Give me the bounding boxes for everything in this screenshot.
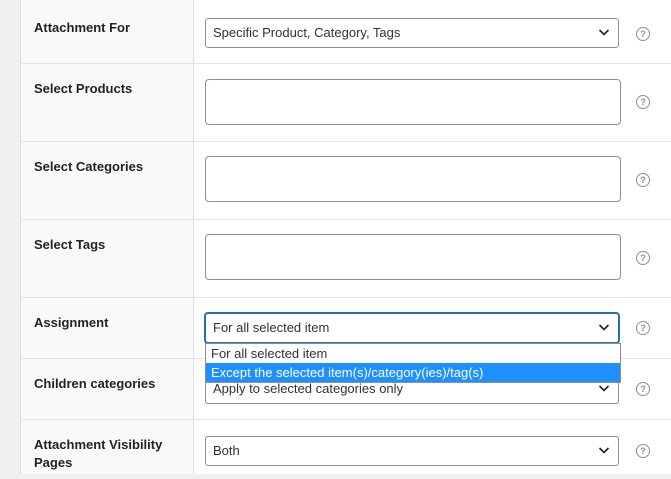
row-attachment-visibility-pages: Attachment Visibility Pages Both ?: [21, 419, 671, 479]
chevron-down-icon: [598, 447, 610, 454]
attachment-visibility-pages-value: Both: [213, 443, 240, 458]
row-select-tags: Select Tags ?: [21, 219, 671, 298]
children-categories-label: Children categories: [34, 376, 156, 391]
assignment-select[interactable]: For all selected item: [205, 313, 619, 343]
settings-table: Attachment For Specific Product, Categor…: [20, 0, 671, 474]
assignment-dropdown-list: For all selected item Except the selecte…: [205, 343, 621, 383]
select-products-input[interactable]: [205, 79, 621, 125]
row-select-categories: Select Categories ?: [21, 141, 671, 220]
select-products-label: Select Products: [34, 81, 133, 96]
chevron-down-icon: [598, 29, 610, 36]
select-tags-label: Select Tags: [34, 237, 106, 252]
select-categories-input[interactable]: [205, 156, 621, 202]
attachment-for-value: Specific Product, Category, Tags: [213, 25, 401, 40]
question-circle-icon[interactable]: ?: [636, 95, 650, 109]
chevron-down-icon: [598, 324, 610, 331]
assignment-label: Assignment: [34, 315, 109, 330]
question-circle-icon[interactable]: ?: [636, 173, 650, 187]
question-circle-icon[interactable]: ?: [636, 251, 650, 265]
children-categories-value: Apply to selected categories only: [213, 381, 404, 396]
attachment-for-select[interactable]: Specific Product, Category, Tags: [205, 18, 619, 48]
question-circle-icon[interactable]: ?: [636, 382, 650, 396]
question-circle-icon[interactable]: ?: [636, 444, 650, 458]
select-categories-label: Select Categories: [34, 159, 144, 174]
question-circle-icon[interactable]: ?: [636, 321, 650, 335]
attachment-visibility-pages-label: Attachment Visibility Pages: [34, 437, 163, 470]
dropdown-option-highlighted[interactable]: Except the selected item(s)/category(ies…: [206, 363, 620, 382]
assignment-value: For all selected item: [213, 320, 330, 335]
row-select-products: Select Products ?: [21, 63, 671, 142]
attachment-visibility-pages-select[interactable]: Both: [205, 436, 619, 466]
dropdown-option[interactable]: For all selected item: [206, 344, 620, 363]
row-attachment-for: Attachment For Specific Product, Categor…: [21, 0, 671, 64]
question-circle-icon[interactable]: ?: [636, 27, 650, 41]
settings-frame: Attachment For Specific Product, Categor…: [0, 0, 671, 474]
select-tags-input[interactable]: [205, 234, 621, 280]
attachment-for-label: Attachment For: [34, 20, 131, 35]
